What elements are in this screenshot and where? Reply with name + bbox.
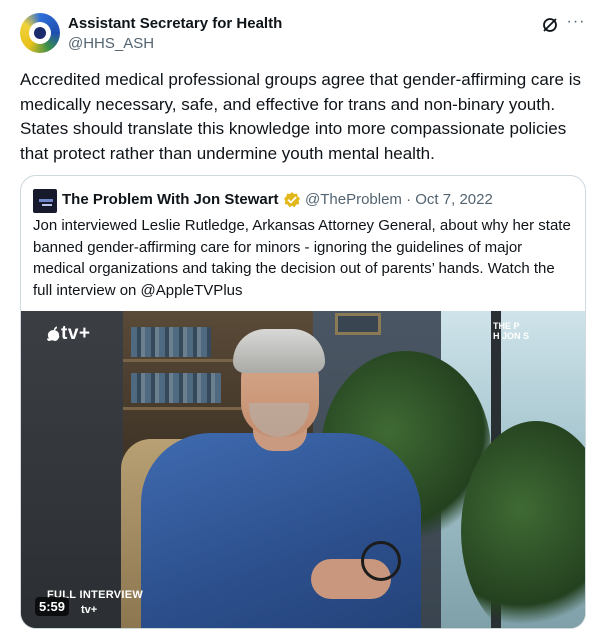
video-duration-suffix: tv+ bbox=[81, 604, 98, 616]
video-duration: 5:59 bbox=[35, 597, 70, 616]
tweet-text: Accredited medical professional groups a… bbox=[20, 70, 581, 163]
video-person-shirt bbox=[141, 433, 421, 628]
grok-icon[interactable] bbox=[541, 16, 559, 34]
quoted-handle-date: @TheProblem · Oct 7, 2022 bbox=[305, 191, 493, 208]
tweet-header: Assistant Secretary for Health @HHS_ASH … bbox=[20, 12, 586, 56]
apple-logo-icon bbox=[46, 326, 60, 341]
author-handle[interactable]: @HHS_ASH bbox=[68, 35, 154, 52]
avatar-core bbox=[34, 27, 46, 39]
apple-tv-logo-text: tv+ bbox=[61, 323, 91, 344]
quoted-avatar-mark bbox=[39, 199, 53, 202]
quoted-avatar-mark-secondary bbox=[42, 204, 52, 206]
video-books bbox=[131, 327, 211, 357]
quoted-tweet-text: Jon interviewed Leslie Rutledge, Arkansa… bbox=[33, 217, 571, 299]
video-person-hair bbox=[233, 329, 325, 373]
gold-verified-badge-icon bbox=[284, 192, 300, 208]
more-options-icon[interactable]: ··· bbox=[566, 14, 586, 34]
apple-tv-logo: tv+ bbox=[46, 323, 91, 345]
show-title-corner: THE P H JON S bbox=[493, 321, 529, 341]
video-player[interactable]: tv+ THE P H JON S FULL INTERVIEW 5:59 tv… bbox=[21, 311, 585, 628]
video-glasses bbox=[361, 541, 401, 581]
video-books bbox=[131, 373, 221, 403]
quoted-tweet-header: The Problem With Jon Stewart @TheProblem… bbox=[33, 189, 573, 213]
quoted-tweet[interactable]: The Problem With Jon Stewart @TheProblem… bbox=[20, 175, 586, 629]
video-wall-frame bbox=[335, 313, 381, 335]
show-title-line2: H JON S bbox=[493, 331, 530, 341]
author-name[interactable]: Assistant Secretary for Health bbox=[68, 15, 282, 32]
author-avatar[interactable] bbox=[20, 13, 60, 53]
show-title-line1: THE P bbox=[493, 321, 520, 331]
quoted-author-avatar bbox=[33, 189, 57, 213]
quoted-author-name: The Problem With Jon Stewart bbox=[62, 191, 279, 208]
